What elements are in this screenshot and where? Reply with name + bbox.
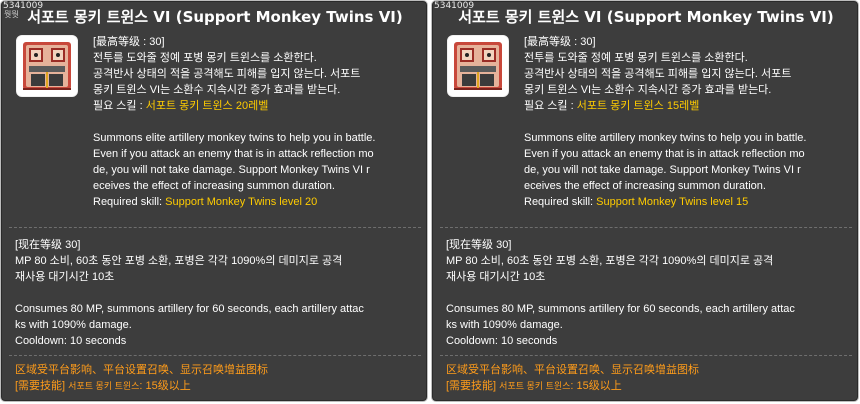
- current-level: [现在等级 30]: [446, 239, 512, 251]
- required-skill-value: 서포트 몽키 트윈스 15레벨: [576, 100, 700, 112]
- level-effect-en: Cooldown: 10 seconds: [15, 335, 127, 347]
- required-skill-label: Required skill:: [524, 196, 597, 208]
- skill-title: 서포트 몽키 트윈스 VI (Support Monkey Twins VI): [27, 8, 403, 26]
- description-kr-line: 몽키 트윈스 VI는 소환수 지속시간 증가 효과를 받는다.: [93, 84, 341, 96]
- section-divider: [440, 355, 852, 356]
- description-kr-line: 공격반사 상태의 적을 공격해도 피해를 입지 않는다. 서포트: [524, 68, 792, 80]
- skill-description: [最高等级 : 30] 전투를 도와줄 정예 포병 몽키 트윈스를 소환한다. …: [524, 34, 854, 210]
- description-en-line: eceives the effect of increasing summon …: [524, 180, 766, 192]
- current-level-block: [现在等级 30] MP 80 소비, 60초 동안 포병 소환, 포병은 각각…: [446, 237, 856, 349]
- support-monkey-twins-skill-icon: [16, 35, 78, 97]
- support-monkey-twins-skill-icon: [447, 35, 509, 97]
- required-skill-en: Required skill: Support Monkey Twins lev…: [93, 194, 423, 210]
- required-skill-value: Support Monkey Twins level 20: [165, 196, 318, 208]
- required-skill-en: Required skill: Support Monkey Twins lev…: [524, 194, 854, 210]
- level-effect-en: ks with 1090% damage.: [15, 319, 132, 331]
- required-skill-name: 서포트 몽키 트윈스: [499, 381, 571, 391]
- required-skill-label: 필요 스킬 :: [93, 100, 146, 112]
- description-en-line: Even if you attack an enemy that is in a…: [93, 148, 374, 160]
- required-skill-label: Required skill:: [93, 196, 166, 208]
- level-effect-en: ks with 1090% damage.: [446, 319, 563, 331]
- required-skill-level: : 15级以上: [139, 380, 191, 392]
- skill-properties: 区域受平台影响、平台设置召唤、显示召唤增益图标: [15, 364, 268, 376]
- required-skill-tag: [需要技能]: [446, 380, 500, 392]
- level-effect-en: Consumes 80 MP, summons artillery for 60…: [15, 303, 364, 315]
- required-skill-footer: [需要技能] 서포트 몽키 트윈스: 15级以上: [446, 378, 856, 394]
- required-skill-kr: 필요 스킬 : 서포트 몽키 트윈스 20레벨: [93, 98, 423, 114]
- required-skill-name: 서포트 몽키 트윈스: [68, 381, 140, 391]
- description-kr-line: 공격반사 상태의 적을 공격해도 피해를 입지 않는다. 서포트: [93, 68, 361, 80]
- skill-title: 서포트 몽키 트윈스 VI (Support Monkey Twins VI): [458, 8, 834, 26]
- level-effect-kr: MP 80 소비, 60초 동안 포병 소환, 포병은 각각 1090%의 데미…: [15, 255, 343, 267]
- max-level: [最高等级 : 30]: [93, 36, 165, 48]
- description-en-line: eceives the effect of increasing summon …: [93, 180, 335, 192]
- description-kr-line: 전투를 도와줄 정예 포병 몽키 트윈스를 소환한다.: [93, 52, 317, 64]
- section-divider: [9, 355, 421, 356]
- tooltip-comparison: 5341009 뭣뭣 서포트 몽키 트윈스 VI (Support Monkey…: [0, 0, 860, 404]
- skill-tooltip-left: 5341009 뭣뭣 서포트 몽키 트윈스 VI (Support Monkey…: [0, 0, 428, 402]
- level-effect-kr: MP 80 소비, 60초 동안 포병 소환, 포병은 각각 1090%의 데미…: [446, 255, 774, 267]
- level-effect-kr: 재사용 대기시간 10초: [446, 271, 546, 283]
- description-kr-line: 전투를 도와줄 정예 포병 몽키 트윈스를 소환한다.: [524, 52, 748, 64]
- description-en-line: de, you will not take damage. Support Mo…: [93, 164, 370, 176]
- skill-description: [最高等级 : 30] 전투를 도와줄 정예 포병 몽키 트윈스를 소환한다. …: [93, 34, 423, 210]
- description-kr-line: 몽키 트윈스 VI는 소환수 지속시간 증가 효과를 받는다.: [524, 84, 772, 96]
- skill-footer: 区域受平台影响、平台设置召唤、显示召唤增益图标 [需要技能] 서포트 몽키 트윈…: [446, 362, 856, 394]
- max-level: [最高等级 : 30]: [524, 36, 596, 48]
- current-level: [现在等级 30]: [15, 239, 81, 251]
- level-effect-kr: 재사용 대기시간 10초: [15, 271, 115, 283]
- skill-properties: 区域受平台影响、平台设置召唤、显示召唤增益图标: [446, 364, 699, 376]
- description-en-line: de, you will not take damage. Support Mo…: [524, 164, 801, 176]
- section-divider: [9, 227, 421, 228]
- current-level-block: [现在等级 30] MP 80 소비, 60초 동안 포병 소환, 포병은 각각…: [15, 237, 425, 349]
- skill-footer: 区域受平台影响、平台设置召唤、显示召唤增益图标 [需要技能] 서포트 몽키 트윈…: [15, 362, 425, 394]
- required-skill-label: 필요 스킬 :: [524, 100, 577, 112]
- required-skill-value: 서포트 몽키 트윈스 20레벨: [145, 100, 269, 112]
- required-skill-level: : 15级以上: [570, 380, 622, 392]
- description-en-line: Summons elite artillery monkey twins to …: [524, 132, 807, 144]
- description-en-line: Even if you attack an enemy that is in a…: [524, 148, 805, 160]
- section-divider: [440, 227, 852, 228]
- skill-tooltip-right: 5341009 서포트 몽키 트윈스 VI (Support Monkey Tw…: [431, 0, 859, 402]
- required-skill-footer: [需要技能] 서포트 몽키 트윈스: 15级以上: [15, 378, 425, 394]
- required-skill-kr: 필요 스킬 : 서포트 몽키 트윈스 15레벨: [524, 98, 854, 114]
- required-skill-tag: [需要技能]: [15, 380, 69, 392]
- level-effect-en: Consumes 80 MP, summons artillery for 60…: [446, 303, 795, 315]
- required-skill-value: Support Monkey Twins level 15: [596, 196, 749, 208]
- description-en-line: Summons elite artillery monkey twins to …: [93, 132, 376, 144]
- level-effect-en: Cooldown: 10 seconds: [446, 335, 558, 347]
